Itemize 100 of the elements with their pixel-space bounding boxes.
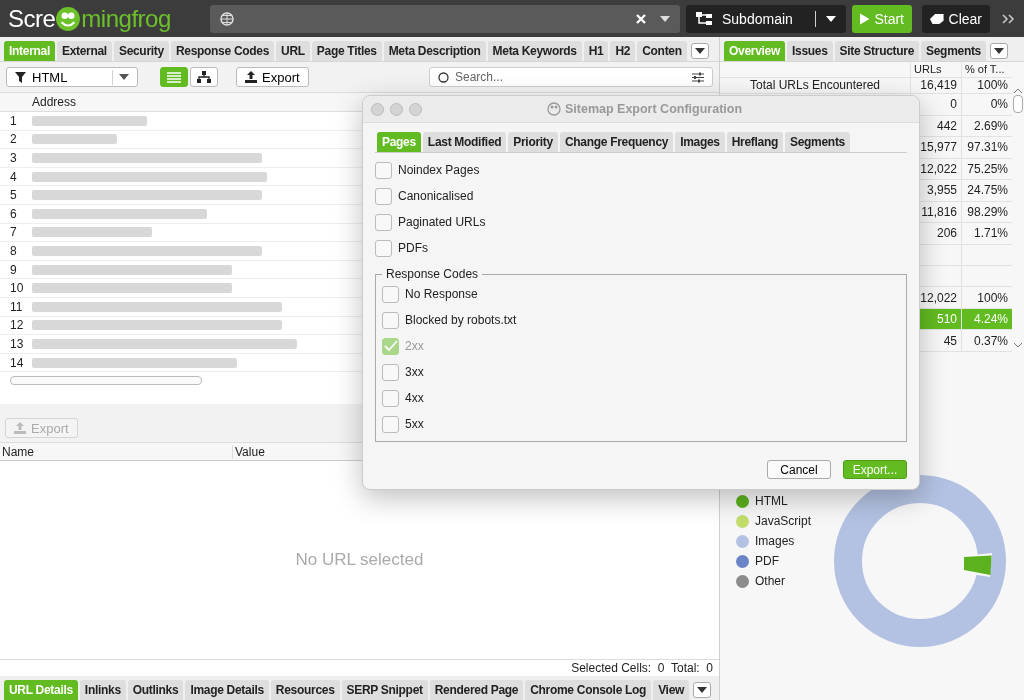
tab[interactable]: Segments [785,132,850,152]
tab[interactable]: Segments [921,41,986,61]
tabs-menu-button[interactable] [990,43,1008,59]
tab[interactable]: Page Titles [311,41,382,61]
export-button[interactable]: Export [236,67,309,87]
tab[interactable]: View [653,680,690,700]
scrollbar-thumb[interactable] [10,375,202,385]
tab[interactable]: SERP Snippet [341,680,428,700]
checkbox-option[interactable]: Noindex Pages [375,157,907,183]
caret-icon [697,687,708,693]
tab[interactable]: H2 [610,41,636,61]
checkbox[interactable] [375,187,392,205]
checkbox[interactable] [382,311,399,329]
checkbox[interactable] [375,161,392,179]
tab[interactable]: H1 [583,41,609,61]
checkbox-option[interactable]: 4xx [382,385,900,411]
tab[interactable]: Chrome Console Log [525,680,652,700]
table-cell: 15,977 [920,140,957,155]
tab[interactable]: External [56,41,112,61]
tab[interactable]: Priority [508,132,558,152]
checkbox[interactable] [382,389,399,407]
tab[interactable]: Rendered Page [429,680,524,700]
tab[interactable]: Conten [637,41,687,61]
upload-icon [245,71,257,83]
tab[interactable]: Meta Description [383,41,486,61]
column-header[interactable]: % of T... [961,62,1012,77]
selection-status: Selected Cells: 0 Total: 0 [571,661,713,675]
checkbox[interactable] [375,239,392,257]
window-zoom-button[interactable] [409,102,422,116]
column-header[interactable]: URLs [910,62,961,77]
table-cell: 206 [936,226,957,241]
table-row[interactable]: Total URLs Encountered 16,419 100% [720,77,1012,95]
tab[interactable]: URL [276,41,310,61]
clear-button[interactable]: Clear [922,4,990,33]
table-cell: 100% [977,290,1008,305]
window-minimize-button[interactable] [390,102,403,116]
row-number: 5 [9,188,18,203]
tab[interactable]: Issues [786,41,833,61]
search-field[interactable]: Search... [429,67,713,87]
row-number: 11 [9,299,24,314]
checkbox[interactable] [382,285,399,303]
tab[interactable]: Meta Keywords [487,41,582,61]
tab[interactable]: Image Details [185,680,269,700]
legend-label: Images [755,534,795,548]
table-cell: 24.75% [967,183,1008,198]
table-cell: 16,419 [920,78,957,93]
scrollbar-thumb[interactable] [1013,95,1023,113]
table-cell: 1.71% [973,226,1008,241]
tab[interactable]: Outlinks [127,680,184,700]
checkbox-option[interactable]: PDFs [375,235,907,261]
checkbox-option[interactable]: 3xx [382,359,900,385]
mode-dropdown[interactable]: Subdomain [686,4,846,33]
more-icon[interactable] [1002,13,1016,24]
scroll-up-icon[interactable] [1014,88,1022,93]
tab[interactable]: Response Codes [170,41,275,61]
checkbox-option[interactable]: Paginated URLs [375,209,907,235]
tab[interactable]: Resources [270,680,340,700]
group-title: Response Codes [385,267,480,281]
checkbox[interactable] [382,415,399,433]
tabs-menu-button[interactable] [693,682,712,698]
url-field[interactable] [210,4,680,33]
sitemap-icon [696,11,712,26]
checkbox-option[interactable]: Canonicalised [375,183,907,209]
tab[interactable]: Security [113,41,169,61]
row-number: 6 [9,206,18,221]
sliders-icon[interactable] [692,71,704,83]
table-cell: 12,022 [920,161,957,176]
tab[interactable]: Last Modified [422,132,507,152]
caret-icon[interactable] [660,15,670,22]
window-close-button[interactable] [371,102,384,116]
play-icon [860,11,870,26]
table-cell: 100% [977,78,1008,93]
table-cell: 510 [936,312,957,327]
scroll-down-icon[interactable] [1014,343,1022,348]
checkbox-option[interactable]: No Response [382,281,900,307]
tab[interactable]: Images [675,132,725,152]
checkbox[interactable] [375,213,392,231]
checkbox-option[interactable]: 5xx [382,411,900,437]
logo-text: Scre [8,4,56,33]
tabs-menu-button[interactable] [690,43,709,59]
tree-view-button[interactable] [190,67,218,87]
legend-label: Other [755,574,785,588]
logo-text: mingfrog [81,4,171,33]
cancel-button[interactable]: Cancel [767,460,831,479]
eraser-icon [930,12,944,25]
table-cell: 2.69% [973,118,1008,133]
column-header[interactable]: Address [28,95,77,109]
tab[interactable]: Inlinks [79,680,126,700]
tab[interactable]: Hreflang [726,132,783,152]
filter-dropdown[interactable]: HTML [6,67,138,87]
checkbox-option[interactable]: Blocked by robots.txt [382,307,900,333]
checkbox[interactable] [382,363,399,381]
tab[interactable]: Site Structure [834,41,920,61]
row-number: 7 [9,225,18,240]
search-input[interactable]: Search... [453,69,688,85]
tab[interactable]: Change Frequency [559,132,674,152]
row-number: 4 [9,169,18,184]
column-header[interactable]: Name [0,444,233,459]
table-cell: 0% [990,97,1008,112]
clear-icon[interactable] [636,13,646,24]
